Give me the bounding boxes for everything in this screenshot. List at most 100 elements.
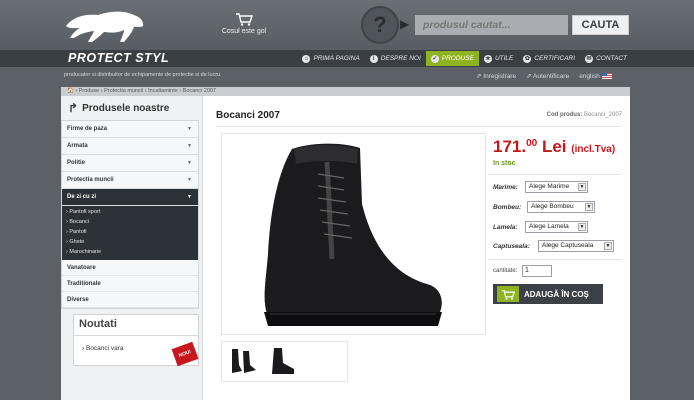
cart-status: Cosul este gol bbox=[221, 28, 267, 35]
category-diverse[interactable]: Diverse bbox=[62, 292, 198, 308]
select-value: Alege Lamela bbox=[529, 223, 569, 230]
nav-label: PRODUSE bbox=[441, 55, 474, 62]
category-de-zi-cu-zi[interactable]: De zi cu zi ▼ bbox=[62, 189, 198, 206]
register-link[interactable]: ⇗ Inregistrare bbox=[476, 72, 516, 80]
price-int: 171. bbox=[493, 137, 527, 156]
nav-label: PRIMA PAGINA bbox=[313, 55, 360, 62]
divider bbox=[216, 126, 622, 127]
thumbnail-image[interactable] bbox=[226, 345, 260, 378]
option-label: Marime: bbox=[493, 184, 518, 191]
product-title: Bocanci 2007 bbox=[216, 110, 280, 121]
toecap-select[interactable]: Alege Bombeu ▼ bbox=[527, 201, 595, 213]
us-flag-icon bbox=[601, 72, 612, 79]
submenu: › Pantofi sport › Bocanci › Pantofi › Gh… bbox=[62, 206, 198, 260]
caret-down-icon: ▼ bbox=[187, 194, 192, 200]
select-value: Alege Captuseala bbox=[542, 242, 594, 249]
lamela-select[interactable]: Alege Lamela ▼ bbox=[525, 221, 588, 233]
category-label: Politie bbox=[67, 160, 86, 166]
submenu-item[interactable]: › Bocanci bbox=[62, 217, 198, 227]
chevron-down-icon: ▼ bbox=[578, 223, 586, 231]
select-value: Alege Marime bbox=[529, 183, 570, 190]
star-icon: ★ bbox=[483, 54, 492, 63]
product-code: Cod produs: Bocanci_2007 bbox=[547, 112, 622, 118]
cart-icon bbox=[497, 286, 519, 302]
option-label: Captuseala: bbox=[493, 243, 530, 250]
category-protectia-muncii[interactable]: Protectia muncii ▼ bbox=[62, 172, 198, 189]
nav-contact[interactable]: ✉ CONTACT bbox=[580, 51, 632, 66]
nav-certificari[interactable]: ✿ CERTIFICARI bbox=[518, 51, 580, 66]
nav-label: CERTIFICARI bbox=[534, 55, 576, 62]
tva-label: (incl.Tva) bbox=[571, 144, 616, 155]
panther-logo-icon[interactable] bbox=[64, 6, 146, 44]
language-switch[interactable]: english bbox=[579, 72, 612, 80]
news-title: Noutati bbox=[79, 318, 117, 330]
home-icon: ⌂ bbox=[302, 54, 311, 63]
tag-icon: ✓ bbox=[430, 54, 439, 63]
category-vanatoare[interactable]: Vanatoare bbox=[62, 260, 198, 276]
size-select[interactable]: Alege Marime ▼ bbox=[525, 181, 588, 193]
submenu-label: Pantofi sport bbox=[69, 209, 101, 215]
product-code-value: Bocanci_2007 bbox=[583, 112, 622, 118]
breadcrumb[interactable]: 🏠 › Produse › Protectia muncii › Incalta… bbox=[61, 87, 630, 96]
add-to-cart-label: ADAUGĂ ÎN COŞ bbox=[524, 289, 589, 299]
divider bbox=[488, 259, 622, 260]
mail-icon: ✉ bbox=[585, 54, 594, 63]
language-label: english bbox=[579, 72, 600, 80]
nav-label: UTILE bbox=[494, 55, 514, 62]
search-button[interactable]: CAUTA bbox=[572, 15, 629, 35]
nav-utile[interactable]: ★ UTILE bbox=[479, 51, 518, 66]
sidebar-title-text: Produsele noastre bbox=[82, 102, 170, 114]
product-price: 171.00 Lei (incl.Tva) bbox=[493, 137, 615, 157]
news-item-link[interactable]: › Bocanci vara bbox=[82, 345, 124, 352]
info-icon: i bbox=[369, 54, 378, 63]
brand-name[interactable]: PROTECT STYL bbox=[68, 51, 169, 65]
cart-icon bbox=[236, 13, 253, 26]
category-armata[interactable]: Armata ▼ bbox=[62, 138, 198, 155]
nav-prima-pagina[interactable]: ⌂ PRIMA PAGINA bbox=[297, 51, 364, 66]
search-help-icon: ? bbox=[361, 6, 399, 44]
caret-down-icon: ▼ bbox=[187, 177, 192, 183]
add-to-cart-button[interactable]: ADAUGĂ ÎN COŞ bbox=[493, 284, 603, 304]
search-input[interactable] bbox=[415, 15, 568, 35]
submenu-item[interactable]: › Marochinarie bbox=[62, 247, 198, 257]
currency: Lei bbox=[541, 137, 567, 156]
chevron-down-icon: ▼ bbox=[604, 242, 612, 250]
caret-down-icon: ▼ bbox=[187, 126, 192, 132]
nav-despre-noi[interactable]: i DESPRE NOI bbox=[365, 51, 426, 66]
ribbon-icon: ✿ bbox=[523, 54, 532, 63]
nav-label: DESPRE NOI bbox=[380, 55, 421, 62]
hook-icon: ↱ bbox=[68, 101, 79, 115]
chevron-down-icon: ▼ bbox=[585, 203, 593, 211]
category-label: Firme de paza bbox=[67, 126, 108, 132]
select-value: Alege Bombeu bbox=[531, 203, 574, 210]
quantity-input[interactable]: 1 bbox=[522, 265, 552, 277]
quantity-label: cantitate: bbox=[493, 268, 518, 274]
nav-produse[interactable]: ✓ PRODUSE bbox=[425, 51, 479, 66]
user-links: ⇗ Inregistrare ⇗ Autentificare english bbox=[476, 72, 612, 80]
tagline: producator si distribuitor de echipament… bbox=[64, 72, 221, 78]
submenu-item[interactable]: › Pantofi bbox=[62, 227, 198, 237]
submenu-label: Ghete bbox=[69, 239, 85, 245]
category-traditionale[interactable]: Traditionale bbox=[62, 276, 198, 292]
lining-select[interactable]: Alege Captuseala ▼ bbox=[538, 240, 614, 252]
category-firme-de-paza[interactable]: Firme de paza ▼ bbox=[62, 121, 198, 138]
cart-widget[interactable]: Cosul este gol bbox=[216, 12, 272, 35]
submenu-label: Bocanci bbox=[69, 219, 89, 225]
sidebar-title: ↱ Produsele noastre bbox=[68, 101, 169, 115]
login-link[interactable]: ⇗ Autentificare bbox=[526, 72, 569, 80]
product-image-frame[interactable] bbox=[221, 133, 486, 335]
main-nav: ⌂ PRIMA PAGINA i DESPRE NOI ✓ PRODUSE ★ UTIL… bbox=[297, 51, 632, 66]
submenu-item[interactable]: › Ghete bbox=[62, 237, 198, 247]
boot-image bbox=[264, 143, 442, 326]
category-label: Armata bbox=[67, 143, 88, 149]
stock-status: In stoc bbox=[493, 160, 516, 167]
caret-down-icon: ▼ bbox=[187, 143, 192, 149]
product-code-label: Cod produs: bbox=[546, 112, 583, 118]
category-politie[interactable]: Politie ▼ bbox=[62, 155, 198, 172]
submenu-label: Pantofi bbox=[69, 229, 87, 235]
submenu-item[interactable]: › Pantofi sport bbox=[62, 207, 198, 217]
option-label: Bombeu: bbox=[493, 204, 522, 211]
chevron-down-icon: ▼ bbox=[578, 183, 586, 191]
thumbnail-image[interactable] bbox=[266, 345, 300, 378]
nav-label: CONTACT bbox=[596, 55, 627, 62]
